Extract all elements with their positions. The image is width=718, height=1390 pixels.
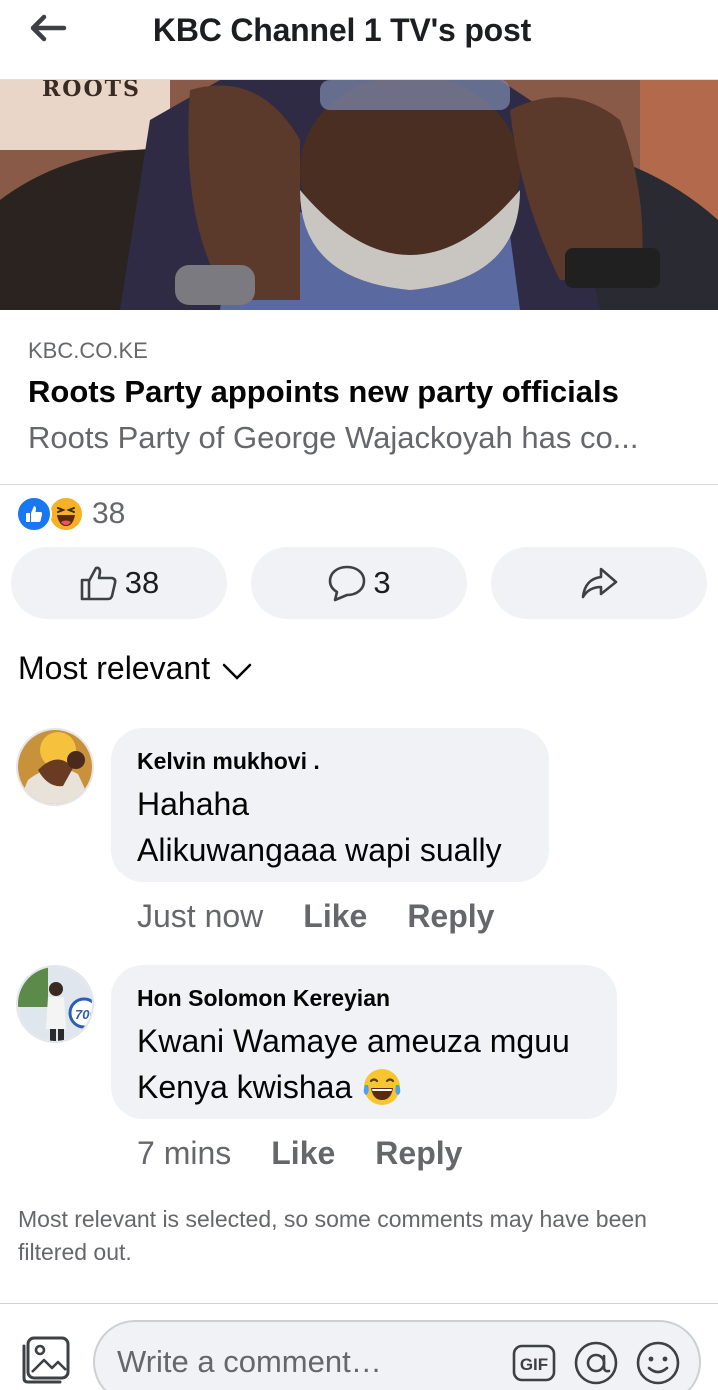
article-photo (0, 80, 718, 310)
comment-like-button[interactable]: Like (271, 1135, 335, 1172)
comment-reply-button[interactable]: Reply (407, 898, 494, 935)
article-image[interactable]: ROOTS (0, 80, 718, 310)
gif-icon: GIF (512, 1344, 556, 1382)
comment-meta: 7 mins Like Reply (137, 1135, 462, 1172)
emoji-button[interactable] (635, 1340, 681, 1386)
photo-icon (22, 1336, 70, 1384)
avatar[interactable]: 700 (16, 965, 94, 1043)
link-description: Roots Party of George Wajackoyah has co.… (28, 420, 639, 455)
comment-author[interactable]: Hon Solomon Kereyian (137, 985, 589, 1012)
composer-icons: GIF (511, 1340, 681, 1386)
reaction-count: 38 (92, 497, 126, 530)
mention-button[interactable] (573, 1340, 619, 1386)
comment-author[interactable]: Kelvin mukhovi . (137, 748, 521, 775)
comment-input[interactable]: Write a comment… GIF (93, 1320, 701, 1390)
thumbs-up-icon (80, 566, 117, 601)
like-reaction-icon (16, 496, 52, 532)
top-bar: KBC Channel 1 TV's post (0, 0, 718, 80)
haha-reaction-icon (48, 496, 84, 532)
comment-like-button[interactable]: Like (303, 898, 367, 935)
link-preview[interactable]: KBC.CO.KE Roots Party appoints new party… (0, 310, 718, 485)
filter-notice: Most relevant is selected, so some comme… (18, 1206, 647, 1265)
comment-button[interactable]: 3 (251, 547, 467, 619)
at-sign-icon (574, 1341, 618, 1385)
comment-text-line: Kwani Wamaye ameuza mguu (137, 1023, 570, 1059)
image-watermark-text: ROOTS (42, 80, 141, 102)
comment-sort-dropdown[interactable]: Most relevant (18, 650, 252, 687)
chevron-down-icon (222, 663, 252, 680)
comment-text-line: Hahaha (137, 786, 250, 822)
add-photo-button[interactable] (20, 1334, 72, 1386)
page-title: KBC Channel 1 TV's post (152, 12, 532, 48)
gif-button[interactable]: GIF (511, 1340, 557, 1386)
reaction-summary[interactable]: 38 (16, 495, 125, 533)
avatar[interactable] (16, 728, 94, 806)
link-title[interactable]: Roots Party appoints new party officials (28, 374, 619, 410)
comment-input-placeholder: Write a comment… (117, 1344, 382, 1379)
tears-of-joy-emoji-icon (363, 1069, 401, 1105)
svg-text:GIF: GIF (520, 1355, 548, 1374)
smiley-icon (636, 1341, 680, 1385)
share-icon (581, 567, 618, 599)
share-button[interactable] (491, 547, 707, 619)
comment-bubble[interactable]: Hon Solomon Kereyian Kwani Wamaye ameuza… (111, 965, 617, 1119)
comment-text-line: Alikuwangaaa wapi sually (137, 832, 502, 868)
like-button[interactable]: 38 (11, 547, 227, 619)
like-count: 38 (124, 565, 160, 600)
comment-text-line: Kenya kwishaa (137, 1069, 353, 1105)
comment-timestamp: 7 mins (137, 1135, 232, 1171)
comment-text-line-with-emoji: Kenya kwishaa (137, 1064, 589, 1110)
comment-reply-button[interactable]: Reply (375, 1135, 462, 1172)
comment-meta: Just now Like Reply (137, 898, 494, 935)
comment-bubble[interactable]: Kelvin mukhovi . Hahaha Alikuwangaaa wap… (111, 728, 549, 882)
sort-label: Most relevant (18, 650, 211, 686)
comment-timestamp: Just now (137, 898, 264, 934)
comment-icon (329, 565, 366, 602)
comment-count: 3 (373, 565, 391, 600)
link-domain: KBC.CO.KE (28, 338, 148, 363)
action-row: 38 3 (11, 547, 707, 619)
svg-text:700: 700 (75, 1007, 92, 1022)
divider (0, 1303, 718, 1304)
